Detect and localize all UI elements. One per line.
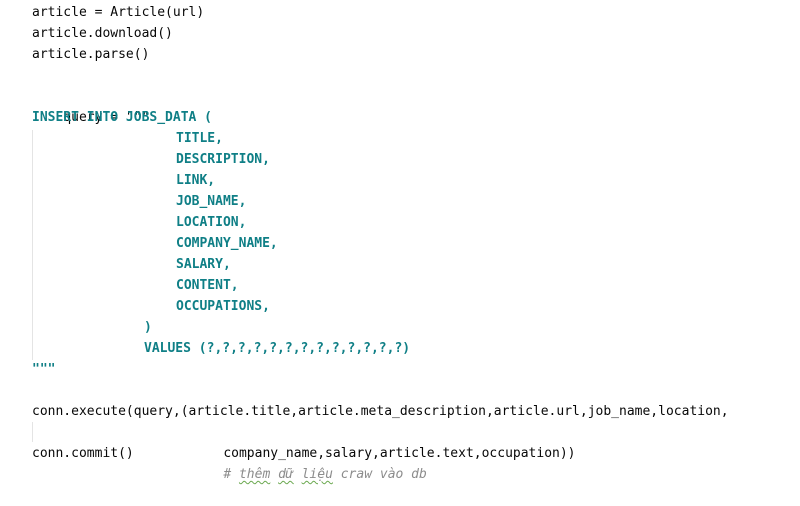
code-line[interactable]: SALARY,: [176, 254, 231, 275]
code-line[interactable]: article = Article(url): [32, 2, 204, 23]
indent-guide: [32, 422, 33, 442]
comment-prefix: #: [223, 467, 239, 482]
code-line[interactable]: VALUES (?,?,?,?,?,?,?,?,?,?,?,?,?): [144, 338, 410, 359]
indent-guide: [32, 130, 33, 360]
code-line[interactable]: """: [32, 359, 55, 380]
code-line[interactable]: DESCRIPTION,: [176, 149, 270, 170]
code-editor[interactable]: article = Article(url) article.download(…: [0, 0, 800, 486]
code-line[interactable]: JOB_NAME,: [176, 191, 246, 212]
code-line[interactable]: INSERT INTO JOBS_DATA (: [32, 107, 212, 128]
code-line[interactable]: article.download(): [32, 23, 173, 44]
code-line[interactable]: TITLE,: [176, 128, 223, 149]
code-line[interactable]: query = """: [32, 86, 149, 125]
code-line[interactable]: article.parse(): [32, 44, 149, 65]
code-text: company_name,salary,article.text,occupat…: [223, 446, 576, 461]
code-comment: # thêm dữ liệu craw vào db: [223, 467, 427, 482]
spelling-flagged-word: thêm: [238, 467, 271, 482]
spelling-flagged-word: liệu: [301, 467, 333, 482]
code-line[interactable]: conn.execute(query,(article.title,articl…: [32, 401, 729, 422]
code-line[interactable]: CONTENT,: [176, 275, 239, 296]
code-line[interactable]: LOCATION,: [176, 212, 246, 233]
comment-text: craw vào db: [332, 467, 427, 482]
code-line[interactable]: OCCUPATIONS,: [176, 296, 270, 317]
code-line[interactable]: LINK,: [176, 170, 215, 191]
code-line[interactable]: company_name,salary,article.text,occupat…: [192, 422, 575, 482]
code-line[interactable]: COMPANY_NAME,: [176, 233, 278, 254]
spelling-flagged-word: dữ: [278, 467, 294, 482]
code-line[interactable]: conn.commit(): [32, 443, 134, 464]
code-line[interactable]: ): [144, 317, 152, 338]
